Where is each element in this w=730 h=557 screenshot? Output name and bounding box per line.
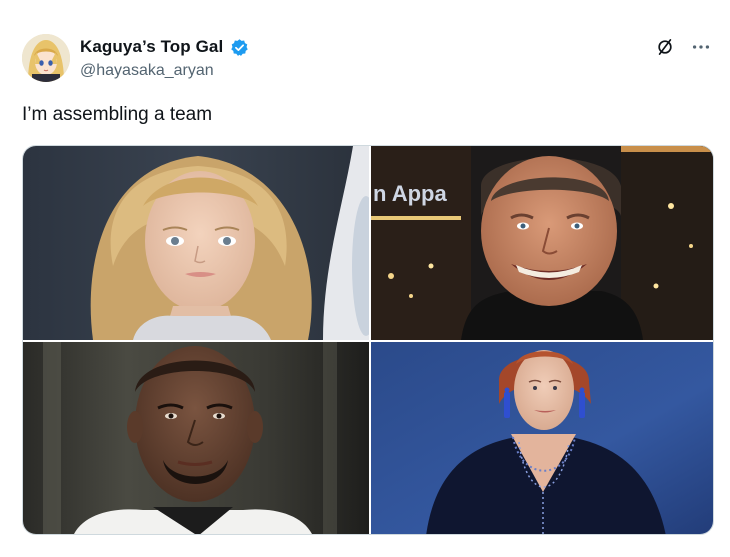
slashed-circle-icon[interactable]	[654, 36, 676, 58]
author-name-row[interactable]: Kaguya’s Top Gal	[80, 37, 249, 57]
media-image-smiling-man[interactable]: n Appa	[371, 146, 713, 340]
author-display-name[interactable]: Kaguya’s Top Gal	[80, 37, 223, 57]
media-image-bald-man[interactable]	[23, 342, 369, 534]
tweet-text: I’m assembling a team	[22, 104, 213, 125]
tweet: Kaguya’s Top Gal @hayasaka_aryan I’m ass	[0, 0, 730, 557]
author-handle[interactable]: @hayasaka_aryan	[80, 62, 214, 80]
background-sign-text: n Appa	[373, 181, 447, 206]
more-dots-icon[interactable]	[690, 36, 712, 58]
media-image-red-haired-woman[interactable]	[371, 342, 713, 534]
avatar[interactable]	[22, 34, 70, 82]
verified-badge-icon[interactable]	[230, 38, 249, 57]
tweet-top-actions	[654, 36, 712, 58]
media-image-blonde-woman[interactable]	[23, 146, 369, 340]
media-grid: n Appa	[22, 145, 714, 535]
anime-girl-avatar-icon	[22, 34, 70, 82]
